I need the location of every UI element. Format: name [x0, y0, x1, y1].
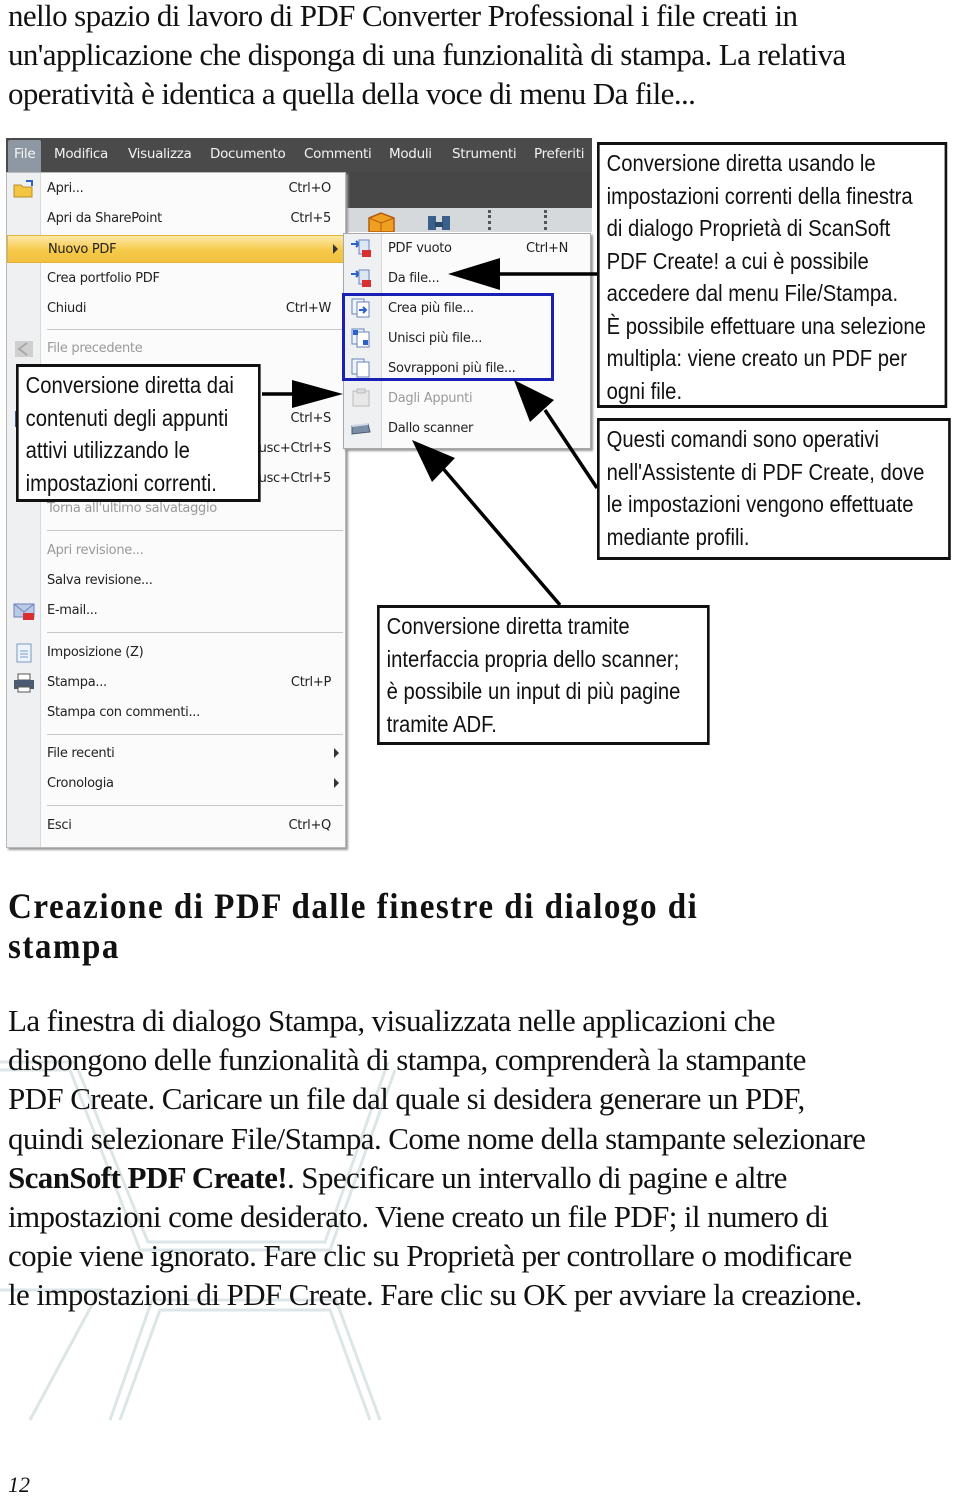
menu-item-email[interactable]: E-mail... — [7, 597, 345, 625]
callout-appunti: Conversione diretta dai contenuti degli … — [16, 364, 261, 502]
menu-commenti[interactable]: Commenti — [304, 146, 372, 162]
printer-name: ScanSoft PDF Create! — [8, 1159, 288, 1195]
submenu-arrow-icon — [333, 244, 338, 254]
menu-item-esci[interactable]: Esci Ctrl+Q — [7, 812, 345, 840]
printer-icon — [14, 673, 34, 693]
menu-separator — [47, 734, 343, 735]
menu-item-apri-revisione[interactable]: Apri revisione... — [7, 537, 345, 565]
back-icon — [15, 341, 33, 357]
intro-line: operatività è identica a quella della vo… — [8, 76, 696, 111]
menu-file[interactable]: File — [8, 140, 42, 172]
menu-separator — [47, 530, 343, 531]
menu-separator — [47, 329, 343, 330]
menu-item-nuovo-pdf[interactable]: Nuovo PDF — [7, 235, 345, 263]
menu-moduli[interactable]: Moduli — [389, 146, 432, 162]
email-pdf-icon — [13, 603, 35, 620]
body-line-bold: ScanSoft PDF Create!. Specificare un int… — [8, 1159, 787, 1195]
menu-modifica[interactable]: Modifica — [54, 146, 108, 162]
body-paragraph: La finestra di dialogo Stampa, visualizz… — [8, 1001, 958, 1315]
new-pdf-icon — [351, 239, 371, 257]
menu-separator — [47, 805, 343, 806]
menu-documento[interactable]: Documento — [210, 146, 286, 162]
submenu-item-pdf-vuoto[interactable]: PDF vuoto Ctrl+N — [344, 234, 590, 264]
menu-separator — [47, 632, 343, 633]
folder-open-icon — [13, 180, 33, 198]
callout-da-file: Conversione diretta usando le impostazio… — [597, 142, 948, 408]
toolbar-grip[interactable] — [488, 210, 493, 230]
package-icon[interactable] — [366, 210, 396, 232]
scanner-icon — [351, 423, 371, 435]
document-icon — [16, 643, 32, 663]
menu-item-crea-portfolio[interactable]: Crea portfolio PDF — [7, 265, 345, 293]
menu-item-file-recenti[interactable]: File recenti — [7, 740, 345, 768]
from-file-icon — [351, 269, 371, 287]
submenu-arrow-icon — [334, 748, 339, 758]
menu-item-chiudi[interactable]: Chiudi Ctrl+W — [7, 295, 345, 323]
intro-line: un'applicazione che disponga di una funz… — [8, 37, 846, 72]
selection-highlight-box — [342, 293, 554, 381]
callout-scanner: Conversione diretta tramite interfaccia … — [377, 605, 710, 745]
intro-line: nello spazio di lavoro di PDF Converter … — [8, 0, 798, 33]
menu-visualizza[interactable]: Visualizza — [128, 146, 192, 162]
menu-strumenti[interactable]: Strumenti — [452, 146, 517, 162]
section-heading: Creazione di PDF dalle finestre di dialo… — [8, 886, 699, 966]
menu-bar: File Modifica Visualizza Documento Comme… — [6, 138, 592, 172]
toolbar-grip[interactable] — [544, 210, 549, 230]
menu-item-imposizione[interactable]: Imposizione (Z) — [7, 639, 345, 667]
submenu-arrow-icon — [334, 778, 339, 788]
menu-preferiti[interactable]: Preferiti — [534, 146, 584, 162]
submenu-item-dagli-appunti[interactable]: Dagli Appunti — [344, 384, 590, 414]
submenu-item-da-file[interactable]: Da file... — [344, 264, 590, 294]
callout-assistente: Questi comandi sono operativi nell'Assis… — [597, 418, 951, 560]
menu-item-stampa[interactable]: Stampa... Ctrl+P — [7, 669, 345, 697]
menu-item-file-precedente[interactable]: File precedente — [7, 335, 345, 363]
submenu-item-dallo-scanner[interactable]: Dallo scanner — [344, 414, 590, 444]
menu-item-apri[interactable]: Apri... Ctrl+O — [7, 175, 345, 203]
intro-paragraph: nello spazio di lavoro di PDF Converter … — [8, 0, 958, 113]
menu-item-salva-revisione[interactable]: Salva revisione... — [7, 567, 345, 595]
binoculars-icon[interactable] — [426, 212, 452, 232]
toolbar — [346, 172, 592, 232]
menu-item-apri-sharepoint[interactable]: Apri da SharePoint Ctrl+5 — [7, 205, 345, 233]
menu-item-stampa-commenti[interactable]: Stampa con commenti... — [7, 699, 345, 727]
menu-item-cronologia[interactable]: Cronologia — [7, 770, 345, 798]
clipboard-icon — [352, 388, 370, 407]
file-menu: Apri... Ctrl+O Apri da SharePoint Ctrl+5… — [6, 172, 346, 848]
page-number: 12 — [8, 1472, 30, 1497]
